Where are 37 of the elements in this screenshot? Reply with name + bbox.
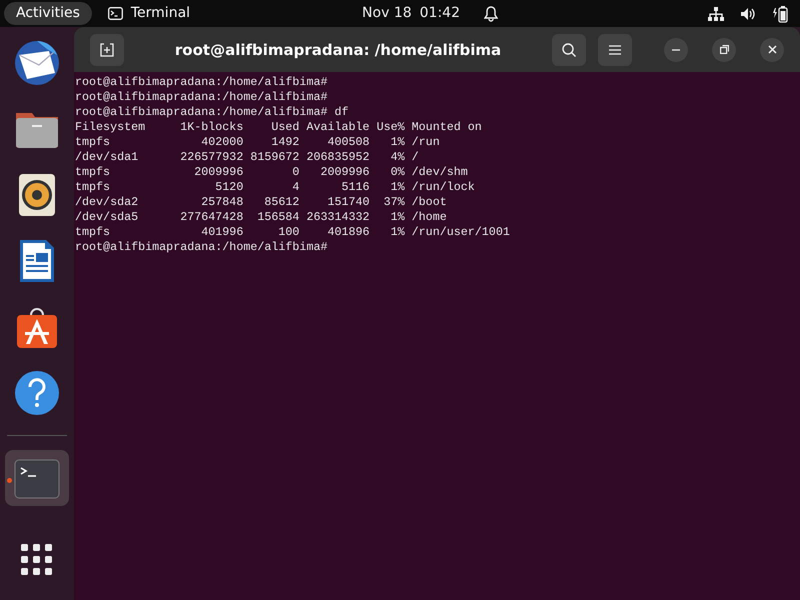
terminal-line: root@alifbimapradana:/home/alifbima# — [75, 75, 328, 90]
terminal-line: root@alifbimapradana:/home/alifbima# — [75, 90, 328, 105]
activities-button[interactable]: Activities — [4, 2, 92, 25]
close-icon — [768, 45, 776, 54]
network-icon[interactable] — [708, 6, 724, 20]
terminal-line: root@alifbimapradana:/home/alifbima# — [75, 240, 328, 255]
close-button[interactable] — [760, 38, 784, 62]
menu-button[interactable] — [598, 34, 632, 66]
time-text[interactable]: 01:42 — [420, 3, 460, 24]
maximize-button[interactable] — [712, 38, 736, 62]
terminal-line: root@alifbimapradana:/home/alifbima# df — [75, 105, 349, 120]
bell-icon[interactable] — [484, 6, 498, 22]
battery-icon[interactable] — [772, 4, 788, 22]
terminal-line: tmpfs 2009996 0 2009996 0% /dev/shm — [75, 165, 468, 180]
app-menu[interactable]: Terminal — [108, 3, 190, 24]
terminal-line: tmpfs 402000 1492 400508 1% /run — [75, 135, 440, 150]
search-button[interactable] — [552, 34, 586, 66]
terminal-line: Filesystem 1K-blocks Used Available Use% Mounted on — [75, 120, 482, 135]
app-grid-icon — [21, 544, 53, 576]
minimize-icon — [672, 48, 680, 50]
mail-client-icon — [13, 39, 61, 87]
new-tab-button[interactable] — [90, 34, 124, 66]
new-tab-icon — [100, 42, 114, 56]
question-mark-icon — [13, 369, 61, 417]
volume-icon[interactable] — [740, 6, 756, 20]
terminal-line: tmpfs 5120 4 5116 1% /run/lock — [75, 180, 475, 195]
terminal-line: /dev/sda5 277647428 156584 263314332 1% /home — [75, 210, 447, 225]
terminal-line: /dev/sda1 226577932 8159672 206835952 4% / — [75, 150, 419, 165]
terminal-line: /dev/sda2 257848 85612 151740 37% /boot — [75, 195, 447, 210]
window-title: root@alifbimapradana: /home/alifbima — [174, 40, 502, 58]
restore-icon — [720, 45, 728, 54]
terminal-line: tmpfs 401996 100 401896 1% /run/user/1001 — [75, 225, 510, 240]
terminal-icon — [108, 7, 123, 20]
search-icon — [561, 42, 577, 58]
date-text[interactable]: Nov 18 — [362, 3, 412, 24]
minimize-button[interactable] — [664, 38, 688, 62]
menu-icon — [609, 44, 621, 54]
